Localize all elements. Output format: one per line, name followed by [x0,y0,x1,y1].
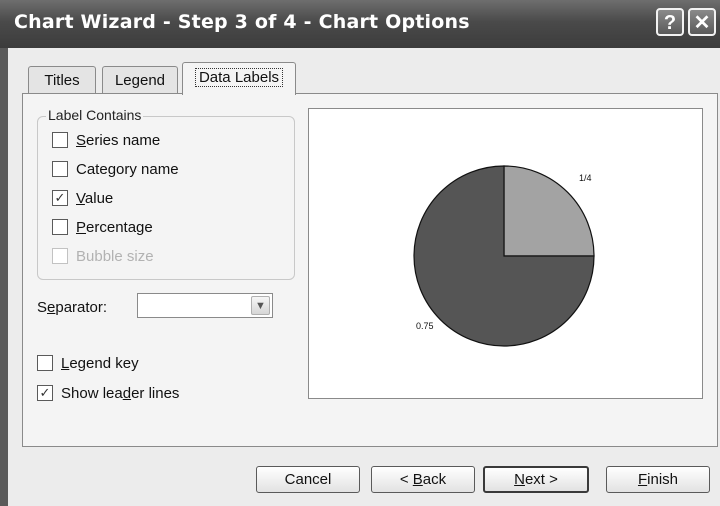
percentage-checkbox[interactable] [52,219,68,235]
chart-wizard-dialog: Chart Wizard - Step 3 of 4 - Chart Optio… [0,0,720,506]
series-name-checkbox[interactable] [52,132,68,148]
series-name-label: Series name [76,132,161,149]
tab-data-labels-label: Data Labels [194,68,284,87]
separator-dropdown[interactable]: ▼ [137,293,273,318]
category-name-label: Category name [76,161,179,178]
value-checkbox[interactable]: ✓ [52,190,68,206]
label-contains-group: Label Contains Series name Category name… [37,107,295,280]
legend-key-checkbox[interactable] [37,355,53,371]
finish-button[interactable]: Finish [606,466,710,493]
chart-preview: 1/4 0.75 [308,108,703,399]
bubble-size-checkbox [52,248,68,264]
separator-label: Separator: [37,299,108,316]
show-leader-lines-label: Show leader lines [61,385,180,402]
value-label: Value [76,190,114,207]
tab-titles[interactable]: Titles [28,66,96,94]
close-icon[interactable]: ✕ [688,8,716,36]
help-icon[interactable]: ? [656,8,684,36]
pie-data-label-1: 0.75 [416,321,434,331]
back-button[interactable]: < Back [371,466,475,493]
tab-legend[interactable]: Legend [102,66,178,94]
show-leader-lines-checkbox[interactable]: ✓ [37,385,53,401]
pie-data-label-0: 1/4 [579,173,592,183]
data-labels-panel: Label Contains Series name Category name… [22,93,718,447]
category-name-checkbox[interactable] [52,161,68,177]
window-title: Chart Wizard - Step 3 of 4 - Chart Optio… [14,11,470,33]
legend-key-label: Legend key [61,355,139,372]
percentage-label: Percentage [76,219,153,236]
bubble-size-label: Bubble size [76,248,154,265]
cancel-button[interactable]: Cancel [256,466,360,493]
chevron-down-icon[interactable]: ▼ [251,296,270,315]
window-edge [0,48,8,506]
tab-data-labels[interactable]: Data Labels [182,62,296,95]
title-bar: Chart Wizard - Step 3 of 4 - Chart Optio… [0,0,720,48]
pie-chart: 1/4 0.75 [413,165,595,347]
next-button[interactable]: Next > [483,466,589,493]
label-contains-legend: Label Contains [46,107,144,123]
